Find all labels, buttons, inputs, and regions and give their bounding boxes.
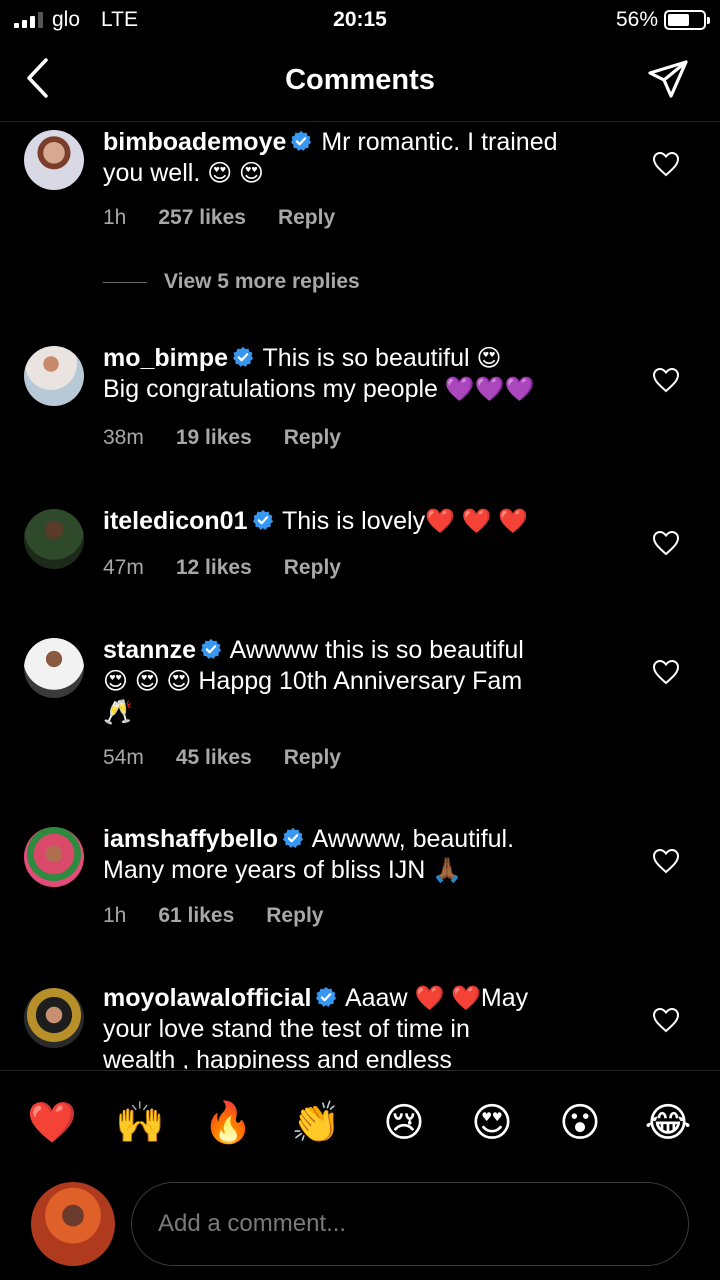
comment-text: May	[480, 984, 529, 1012]
heart-emoji-button[interactable]: ❤️	[22, 1093, 82, 1153]
comment-username[interactable]: iteledicon01	[103, 507, 248, 535]
comment-text: Many more years of bliss IJN	[103, 856, 426, 884]
page-title: Comments	[285, 64, 435, 96]
avatar[interactable]	[24, 988, 84, 1048]
comment-text: your love stand the test of time in	[103, 1015, 470, 1043]
comment-emoji: ❤️ ❤️ ❤️	[425, 508, 529, 535]
heart-outline-icon[interactable]	[652, 530, 680, 556]
laughing-emoji-button[interactable]: 😂	[638, 1093, 698, 1153]
comment-text: This is so beautiful	[262, 344, 470, 372]
comment-time: 54m	[103, 746, 144, 769]
heart-outline-icon[interactable]	[652, 1007, 680, 1033]
heart-outline-icon[interactable]	[652, 151, 680, 177]
comment-text: Mr romantic. I trained	[321, 128, 558, 156]
comment-username[interactable]: stannze	[103, 636, 196, 664]
status-time: 20:15	[333, 8, 387, 31]
reply-button[interactable]: Reply	[266, 904, 323, 928]
comment-emoji: 🥂	[103, 699, 133, 726]
comment-time: 38m	[103, 426, 144, 449]
verified-badge-icon	[201, 638, 222, 659]
comment-time: 1h	[103, 904, 127, 927]
view-replies-label[interactable]: View 5 more replies	[164, 270, 360, 294]
heart-outline-icon[interactable]	[652, 848, 680, 874]
heart-outline-icon[interactable]	[652, 659, 680, 685]
comment-meta: 54m 45 likes Reply	[103, 746, 373, 770]
comment-meta: 1h 257 likes Reply	[103, 206, 367, 230]
status-bar: glo LTE 20:15 56%	[0, 0, 720, 40]
comment-emoji: 😍 😍 😍	[103, 668, 192, 695]
comment-emoji: 😍	[476, 345, 502, 372]
comment-likes[interactable]: 61 likes	[158, 904, 234, 928]
paper-plane-icon[interactable]	[646, 58, 690, 102]
comment-meta: 1h 61 likes Reply	[103, 904, 355, 928]
comment-time: 47m	[103, 556, 144, 579]
comment-text: you well.	[103, 159, 201, 187]
comment-text: This is lovely	[282, 507, 426, 535]
verified-badge-icon	[252, 509, 273, 530]
avatar[interactable]	[24, 638, 84, 698]
reply-button[interactable]: Reply	[278, 206, 335, 230]
comment-emoji: 🙏🏾	[432, 857, 463, 884]
comment-time: 1h	[103, 206, 127, 229]
comment-username[interactable]: moyolawalofficial	[103, 984, 311, 1012]
battery-icon	[664, 10, 710, 30]
avatar[interactable]	[24, 346, 84, 406]
comment-meta: 47m 12 likes Reply	[103, 556, 373, 580]
comment-text: Awwww, beautiful.	[311, 825, 515, 853]
avatar[interactable]	[24, 130, 84, 190]
reply-button[interactable]: Reply	[284, 556, 341, 580]
comment-likes[interactable]: 19 likes	[176, 426, 252, 450]
battery-percent: 56%	[615, 8, 658, 31]
avatar[interactable]	[31, 1182, 115, 1266]
comments-list[interactable]: bimboademoye Mr romantic. I trained you …	[0, 123, 720, 1069]
comment-meta: 38m 19 likes Reply	[103, 426, 373, 450]
verified-badge-icon	[232, 346, 254, 367]
header: Comments	[0, 40, 720, 122]
comment-likes[interactable]: 12 likes	[176, 556, 252, 580]
comment-likes[interactable]: 257 likes	[158, 206, 246, 230]
reply-button[interactable]: Reply	[284, 746, 341, 770]
comment-emoji: 😍 😍	[207, 160, 264, 187]
comment-username[interactable]: mo_bimpe	[103, 344, 228, 372]
avatar[interactable]	[24, 509, 84, 569]
comment-text: wealth , happiness and endless	[103, 1046, 452, 1069]
comment-likes[interactable]: 45 likes	[176, 746, 252, 770]
reply-button[interactable]: Reply	[284, 426, 341, 450]
heart-eyes-emoji-button[interactable]: 😍	[462, 1093, 522, 1153]
comment-username[interactable]: bimboademoye	[103, 128, 286, 156]
avatar[interactable]	[24, 827, 84, 887]
verified-badge-icon	[291, 130, 312, 151]
verified-badge-icon	[316, 986, 337, 1007]
quick-reactions-bar: ❤️ 🙌 🔥 👏 😢 😍 😮 😂	[0, 1070, 720, 1174]
verified-badge-icon	[282, 827, 304, 848]
surprised-emoji-button[interactable]: 😮	[550, 1093, 610, 1153]
comment-emoji: 💜💜💜	[444, 376, 535, 403]
crying-emoji-button[interactable]: 😢	[374, 1093, 434, 1153]
comment-text: Aaaw	[344, 984, 408, 1012]
comment-composer	[0, 1174, 720, 1280]
comment-input[interactable]	[131, 1182, 689, 1266]
fire-emoji-button[interactable]: 🔥	[198, 1093, 258, 1153]
comment-text: Awwww this is so beautiful	[229, 636, 524, 664]
comment-emoji: ❤️ ❤️	[414, 985, 481, 1012]
raised-hands-emoji-button[interactable]: 🙌	[110, 1093, 170, 1153]
comment-text: Big congratulations my people	[103, 375, 438, 403]
comment-username[interactable]: iamshaffybello	[103, 825, 278, 853]
clap-emoji-button[interactable]: 👏	[286, 1093, 346, 1153]
view-more-replies[interactable]: View 5 more replies	[103, 270, 360, 294]
heart-outline-icon[interactable]	[652, 367, 680, 393]
comment-text: Happg 10th Anniversary Fam	[198, 667, 523, 695]
